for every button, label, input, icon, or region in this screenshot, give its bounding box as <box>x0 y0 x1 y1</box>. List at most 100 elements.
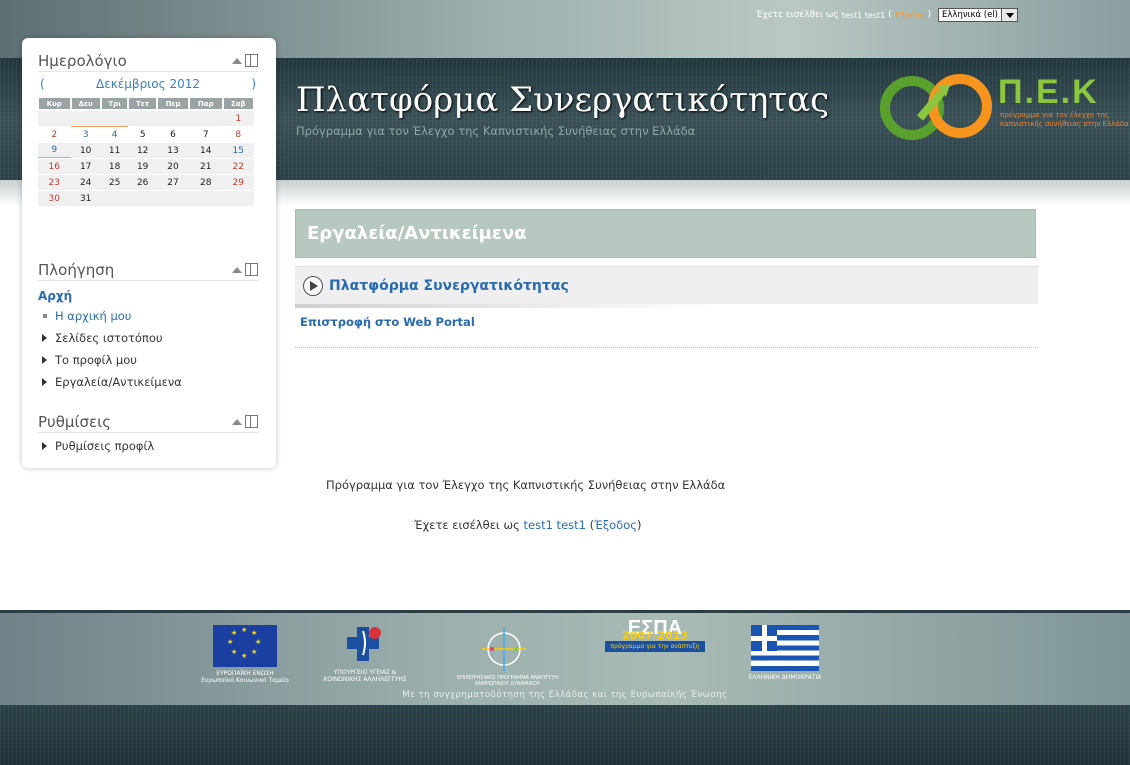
calendar-day: 1 <box>222 110 254 126</box>
calendar-day: 24 <box>70 174 101 190</box>
navigation-block: Πλοήγηση Αρχή Η αρχική μου Σελίδες ιστοτ… <box>38 259 258 393</box>
weekday-header: Δευ <box>70 97 101 110</box>
calendar-day-event[interactable]: 4 <box>100 126 129 142</box>
calendar-day: 27 <box>157 174 190 190</box>
user-name-link[interactable]: test1 test1 <box>842 11 885 20</box>
calendar-day: 2 <box>38 126 71 142</box>
site-subtitle: Πρόγραμμα για τον Έλεγχο της Καπνιστικής… <box>296 124 696 138</box>
espa-sublabel: πρόγραμμα για την ανάπτυξη <box>605 641 705 652</box>
logout-link[interactable]: Έξοδος <box>895 11 925 20</box>
calendar-day: 5 <box>128 126 158 142</box>
calendar-day: 26 <box>128 174 158 190</box>
calendar-next-month[interactable]: ) <box>251 77 256 91</box>
flag-cross-vertical <box>761 625 767 651</box>
footer-user-link[interactable]: test1 test1 <box>524 518 586 532</box>
weekday-header: Κυρ <box>38 97 71 110</box>
dock-icon[interactable] <box>245 54 258 67</box>
dock-icon[interactable] <box>245 415 258 428</box>
collapse-icon[interactable] <box>232 266 242 273</box>
calendar-day <box>100 190 129 206</box>
footer-logout-link[interactable]: Έξοδος <box>594 518 637 532</box>
calendar-day: 28 <box>189 174 223 190</box>
page-title: Εργαλεία/Αντικείμενα <box>307 223 527 244</box>
calendar-prev-month[interactable]: ( <box>40 77 45 91</box>
section-heading-link[interactable]: Πλατφόρμα Συνεργατικότητας <box>329 278 569 294</box>
weekday-header: Παρ <box>189 97 223 110</box>
language-select[interactable]: Ελληνικά (el) <box>938 8 1018 22</box>
calendar-day <box>100 110 129 126</box>
nav-item-my-home[interactable]: Η αρχική μου <box>38 305 258 327</box>
web-portal-link[interactable]: Επιστροφή στο Web Portal <box>300 315 475 329</box>
dotted-divider <box>295 347 1038 348</box>
calendar-day <box>189 190 223 206</box>
navigation-title: Πλοήγηση <box>38 260 115 279</box>
settings-controls <box>232 415 258 428</box>
logged-in-label: Έχετε εισέλθει ως <box>755 10 839 20</box>
open-paren: ( <box>888 10 892 20</box>
ministry-logo: ΥΠΟΥΡΓΕΙΟ ΥΓΕΙΑΣ & ΚΟΙΝΩΝΙΚΗΣ ΑΛΛΗΛΕΓΓΥΗ… <box>315 625 415 683</box>
calendar-day: 12 <box>128 142 158 158</box>
nav-home-link[interactable]: Αρχή <box>38 287 258 305</box>
eu-flag-icon: ★ ★ ★ ★ ★ ★ ★ ★ <box>213 625 277 667</box>
weekday-header: Τρι <box>100 97 129 110</box>
play-icon[interactable] <box>303 275 323 296</box>
eu-logo: ★ ★ ★ ★ ★ ★ ★ ★ ΕΥΡΩΠΑΪΚΗ ΕΝΩΣΗ Ευρωπαϊκό Κοι… <box>200 625 290 684</box>
logo-letters: Π.Ε.Κ <box>998 73 1099 111</box>
expand-arrow-icon <box>42 442 47 450</box>
dock-icon[interactable] <box>245 263 258 276</box>
weekday-header: Σαβ <box>222 97 254 110</box>
calendar-month-label[interactable]: Δεκέμβριος 2012 <box>96 77 200 91</box>
eu-sublabel: Ευρωπαϊκό Κοινωνικό Ταμείο <box>201 677 289 684</box>
section-heading-bar[interactable]: Πλατφόρμα Συνεργατικότητας <box>295 266 1038 304</box>
calendar-day <box>157 190 190 206</box>
logged-in-label: Έχετε εισέλθει ως <box>414 518 520 532</box>
health-cross-icon <box>347 627 381 661</box>
collapse-icon[interactable] <box>232 418 242 425</box>
calendar-block: Ημερολόγιο ( Δεκέμβριος 2012 ) Κυρ Δευ Τ… <box>38 50 258 206</box>
nav-item-profile-settings[interactable]: Ρυθμίσεις προφίλ <box>38 435 258 457</box>
main-heading-bar: Εργαλεία/Αντικείμενα <box>295 209 1036 258</box>
collapse-icon[interactable] <box>232 57 242 64</box>
nav-item-my-profile[interactable]: Το προφίλ μου <box>38 349 258 371</box>
footer-login-info: Έχετε εισέλθει ως test1 test1 (Έξοδος) <box>414 518 642 532</box>
calendar-controls <box>232 54 258 67</box>
calendar-block-header: Ημερολόγιο <box>38 50 258 72</box>
calendar-day: 25 <box>100 174 129 190</box>
footer-program-text: Πρόγραμμα για τον Έλεγχο της Καπνιστικής… <box>326 478 726 492</box>
calendar-day <box>222 190 254 206</box>
calendar-day: 18 <box>100 158 129 174</box>
calendar-day: 10 <box>70 142 101 158</box>
settings-block: Ρυθμίσεις Ρυθμίσεις προφίλ <box>38 411 258 457</box>
settings-title: Ρυθμίσεις <box>38 412 112 431</box>
calendar-week: 9 10 11 12 13 14 15 <box>38 142 254 158</box>
ministry-label: ΥΠΟΥΡΓΕΙΟ ΥΓΕΙΑΣ & ΚΟΙΝΩΝΙΚΗΣ ΑΛΛΗΛΕΓΓΥΗ… <box>323 669 407 683</box>
calendar-day-today[interactable]: 9 <box>38 142 71 158</box>
site-title: Πλατφόρμα Συνεργατικότητας <box>296 80 830 120</box>
calendar-week: 30 31 <box>38 190 254 206</box>
calendar-day <box>70 110 101 126</box>
calendar-day <box>157 110 190 126</box>
nav-item-label: Η αρχική μου <box>55 309 132 323</box>
calendar-day: 15 <box>222 142 254 158</box>
calendar-day <box>38 110 71 126</box>
calendar-day <box>128 190 158 206</box>
calendar-grid: Κυρ Δευ Τρι Τετ Πεμ Παρ Σαβ 1 2 3 4 5 6 … <box>38 97 254 206</box>
nav-item-label: Σελίδες ιστοτόπου <box>55 331 163 345</box>
nav-item-site-pages[interactable]: Σελίδες ιστοτόπου <box>38 327 258 349</box>
logo-tagline: πρόγραμμα για τον έλεγχο της καπνιστικής… <box>1000 111 1129 128</box>
calendar-day-event[interactable]: 3 <box>70 126 101 142</box>
weekday-header: Τετ <box>128 97 158 110</box>
settings-block-header: Ρυθμίσεις <box>38 411 258 433</box>
calendar-day: 16 <box>38 158 71 174</box>
greece-label: ΕΛΛΗΝΙΚΗ ΔΗΜΟΚΡΑΤΙΑ <box>748 674 822 681</box>
navigation-controls <box>232 263 258 276</box>
calendar-day: 29 <box>222 174 254 190</box>
left-sidebar: Ημερολόγιο ( Δεκέμβριος 2012 ) Κυρ Δευ Τ… <box>22 38 276 468</box>
infinity-logo-icon <box>880 74 992 140</box>
calendar-day: 13 <box>157 142 190 158</box>
operational-program-logo: ΕΠΙΧΕΙΡΗΣΙΑΚΟ ΠΡΟΓΡΑΜΜΑ ΑΝΑΠΤΥΞΗ ΑΝΘΡΩΠΙ… <box>440 625 575 687</box>
target-icon <box>481 627 526 671</box>
chevron-down-icon[interactable] <box>1002 8 1018 22</box>
calendar-month-row: ( Δεκέμβριος 2012 ) <box>38 75 258 93</box>
nav-item-tools[interactable]: Εργαλεία/Αντικείμενα <box>38 371 258 393</box>
